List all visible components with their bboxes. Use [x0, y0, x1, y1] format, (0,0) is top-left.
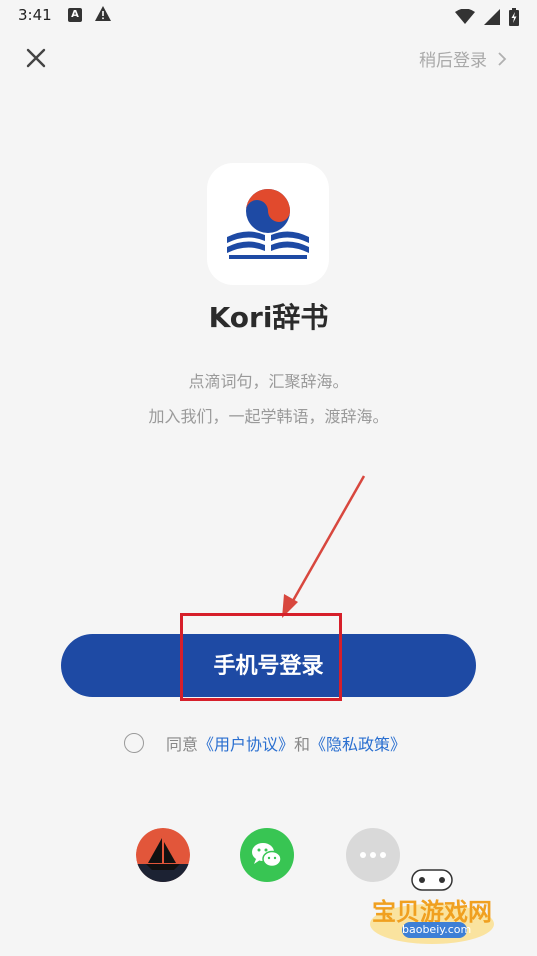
- status-right-icons: [454, 6, 519, 26]
- status-time: 3:41: [18, 6, 52, 24]
- boat-icon: [136, 828, 190, 882]
- wechat-icon: [252, 843, 282, 868]
- agreement-and: 和: [294, 735, 311, 754]
- agreement-prefix: 同意: [166, 735, 199, 754]
- close-icon: [26, 48, 46, 68]
- app-logo: [207, 163, 329, 285]
- phone-login-button[interactable]: 手机号登录: [61, 634, 476, 697]
- app-name: Kori辞书: [208, 301, 329, 334]
- user-agreement-link[interactable]: 《用户协议》: [198, 731, 294, 755]
- tagline-line-2: 加入我们，一起学韩语，渡辞海。: [148, 407, 389, 426]
- annotation-arrow: [282, 475, 366, 618]
- warning-icon: [95, 6, 111, 21]
- book-taegeuk-icon: [227, 189, 309, 259]
- close-button[interactable]: [22, 44, 50, 72]
- wifi-icon: [454, 8, 475, 24]
- watermark: 宝贝游戏网 baobeiy.com: [362, 862, 502, 947]
- boat-login-button[interactable]: [136, 828, 190, 882]
- chevron-right-icon: [498, 51, 507, 66]
- battery-icon: [509, 7, 519, 26]
- skip-login-link[interactable]: 稍后登录: [419, 46, 507, 71]
- wechat-login-button[interactable]: [240, 828, 294, 882]
- skip-login-label: 稍后登录: [419, 51, 487, 71]
- notification-a-icon: A: [68, 8, 82, 22]
- tagline-line-1: 点滴词句，汇聚辞海。: [188, 372, 349, 391]
- watermark-url: baobeiy.com: [402, 922, 472, 938]
- status-bar: 3:41 A: [0, 0, 537, 32]
- privacy-policy-link[interactable]: 《隐私政策》: [310, 731, 406, 755]
- agreement-checkbox[interactable]: [124, 733, 144, 753]
- signal-icon: [483, 8, 500, 25]
- agreement-row: 同意 《用户协议》 和 《隐私政策》: [124, 731, 406, 755]
